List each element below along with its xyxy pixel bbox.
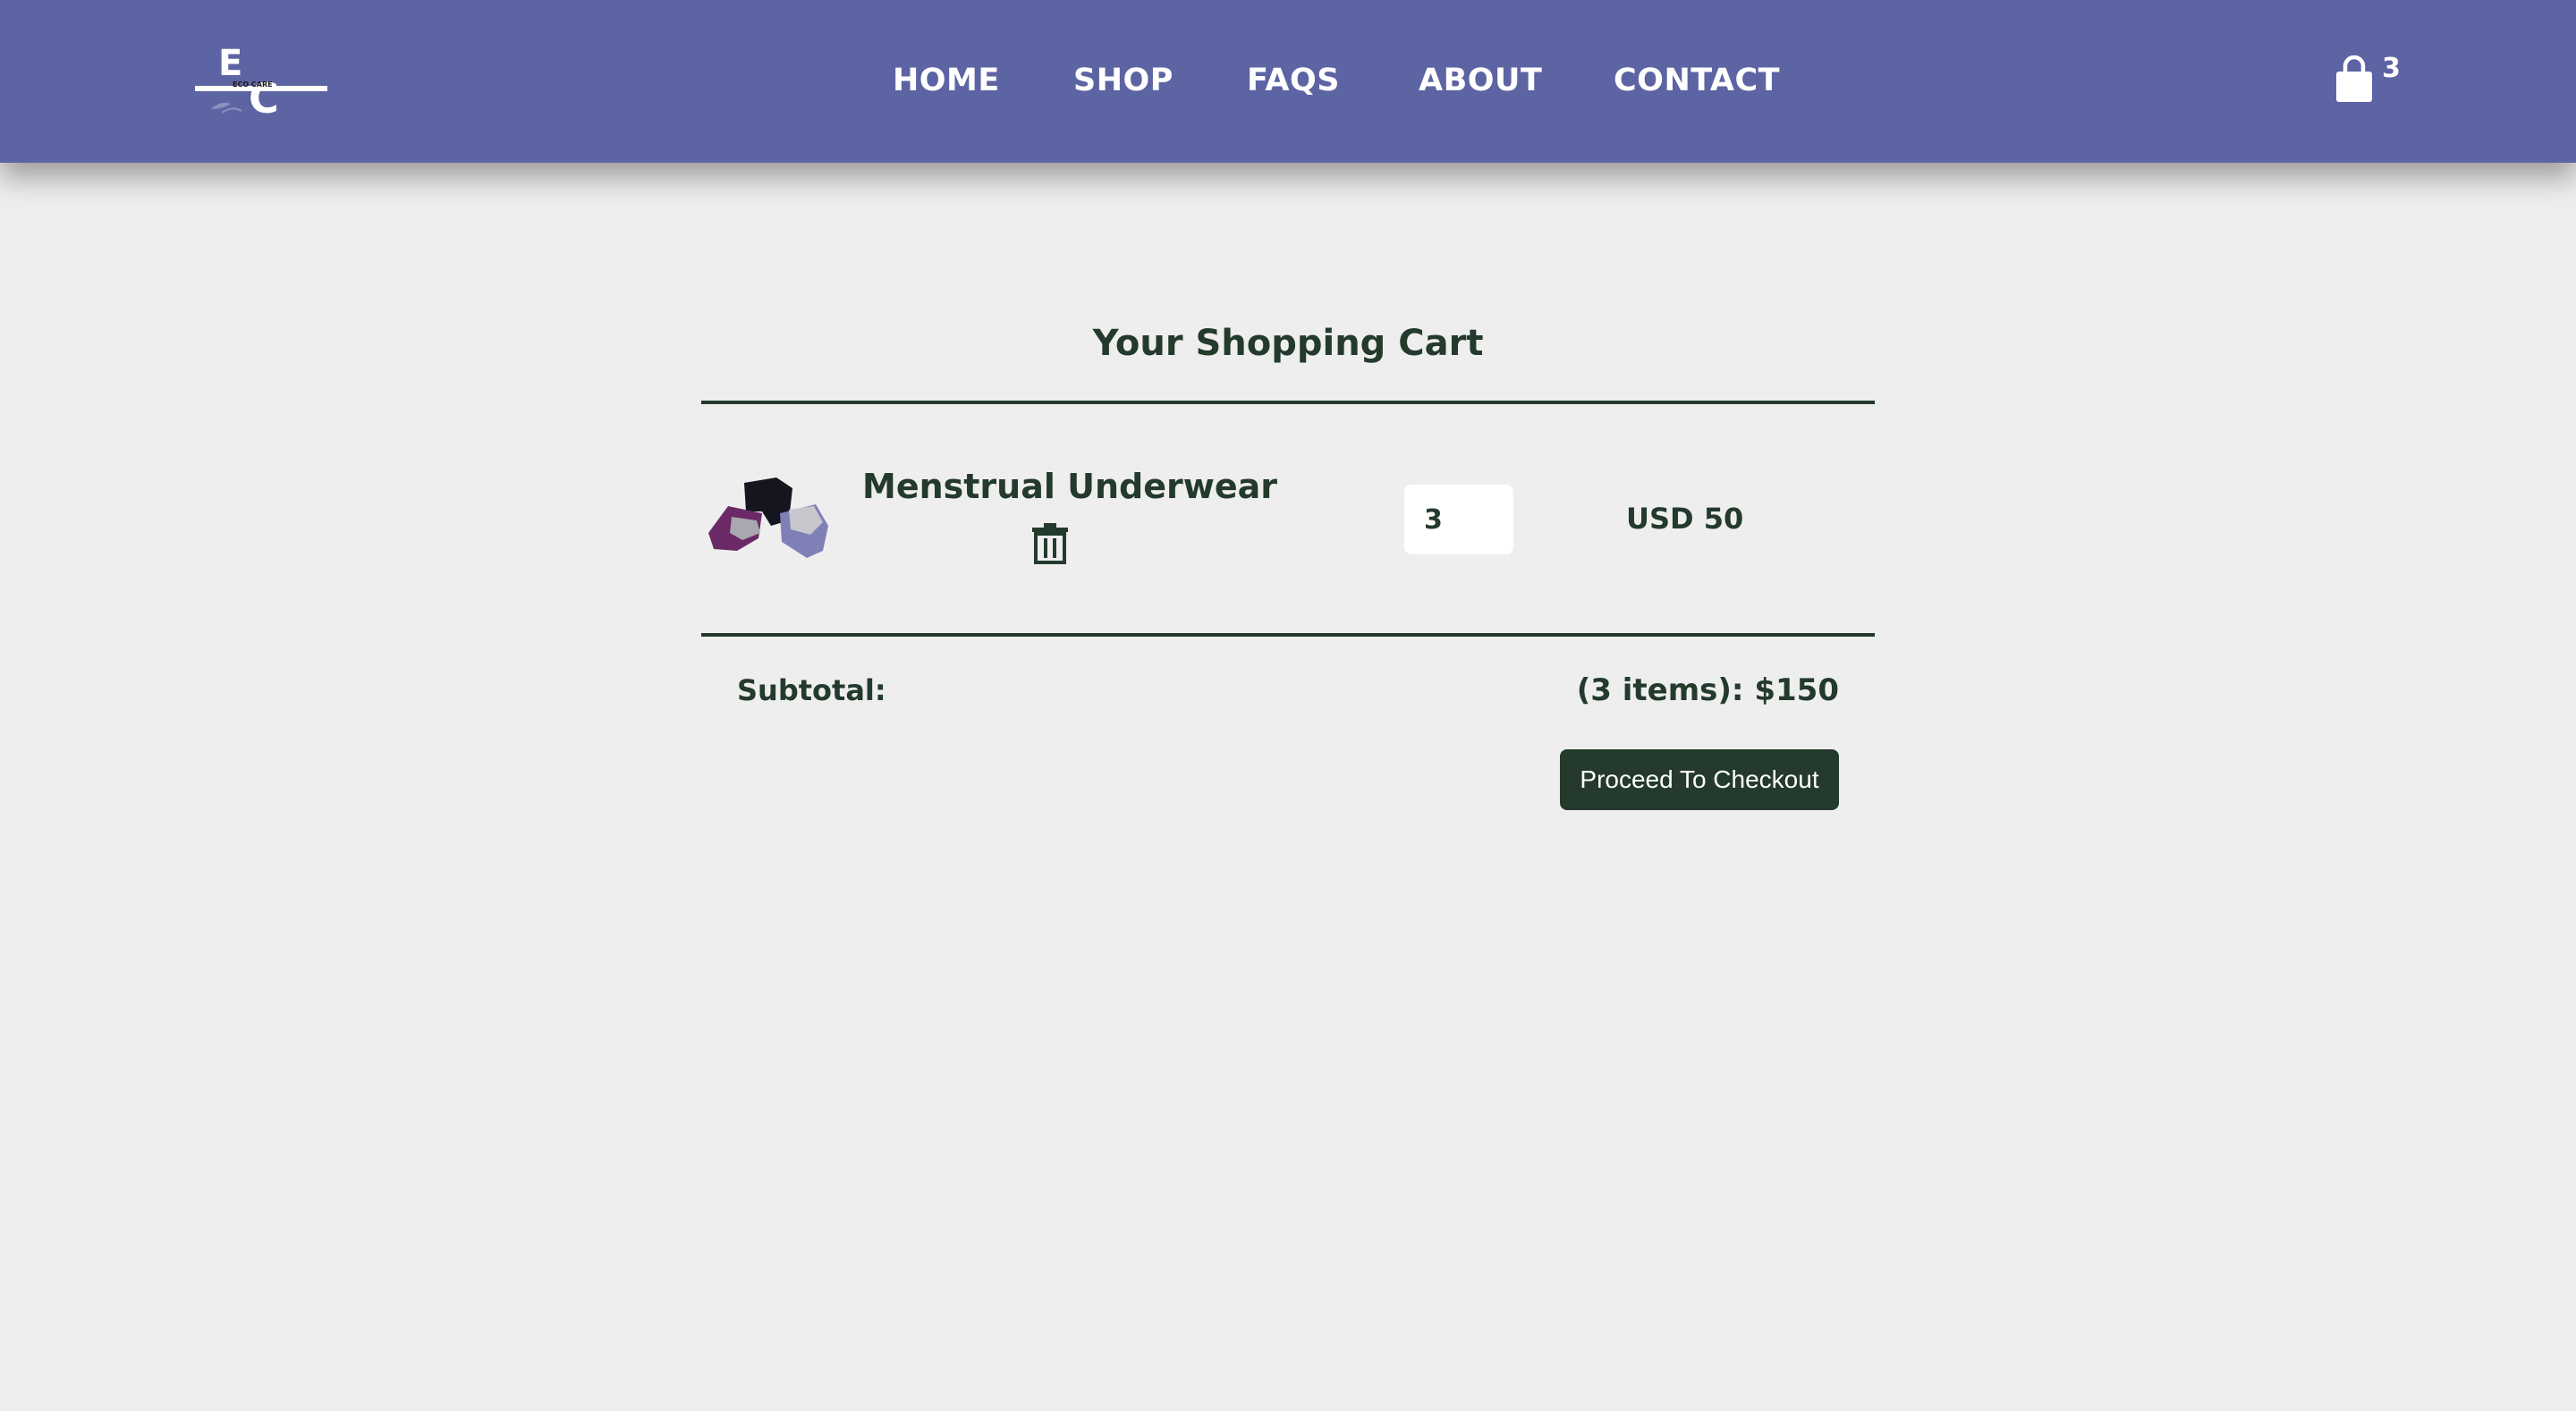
nav-about-link[interactable]: ABOUT	[1419, 59, 1542, 102]
subtotal-label: Subtotal:	[737, 673, 886, 707]
page-title: Your Shopping Cart	[1092, 323, 1484, 364]
nav-home-link[interactable]: HOME	[893, 59, 1000, 102]
divider	[701, 633, 1875, 637]
subtotal-value: (3 items): $150	[1576, 672, 1839, 708]
divider	[701, 401, 1875, 404]
cart-count-badge: 3	[2382, 53, 2401, 84]
nav-faqs-link[interactable]: FAQS	[1247, 59, 1340, 102]
main-nav: HOME SHOP FAQS ABOUT CONTACT	[0, 0, 2576, 163]
proceed-to-checkout-button[interactable]: Proceed To Checkout	[1560, 749, 1839, 810]
trash-icon	[1032, 523, 1068, 564]
site-header: E C ECO CARE HOME SHOP FAQS ABOUT CONTAC…	[0, 0, 2576, 163]
cart-button[interactable]	[2333, 55, 2376, 106]
product-image[interactable]	[703, 474, 834, 563]
nav-shop-link[interactable]: SHOP	[1073, 59, 1174, 102]
nav-contact-link[interactable]: CONTACT	[1614, 59, 1780, 102]
item-price: USD 50	[1626, 502, 1744, 536]
product-name[interactable]: Menstrual Underwear	[862, 461, 1277, 511]
quantity-input[interactable]	[1404, 485, 1513, 554]
remove-item-button[interactable]	[1030, 522, 1070, 565]
shopping-bag-icon	[2336, 55, 2372, 102]
